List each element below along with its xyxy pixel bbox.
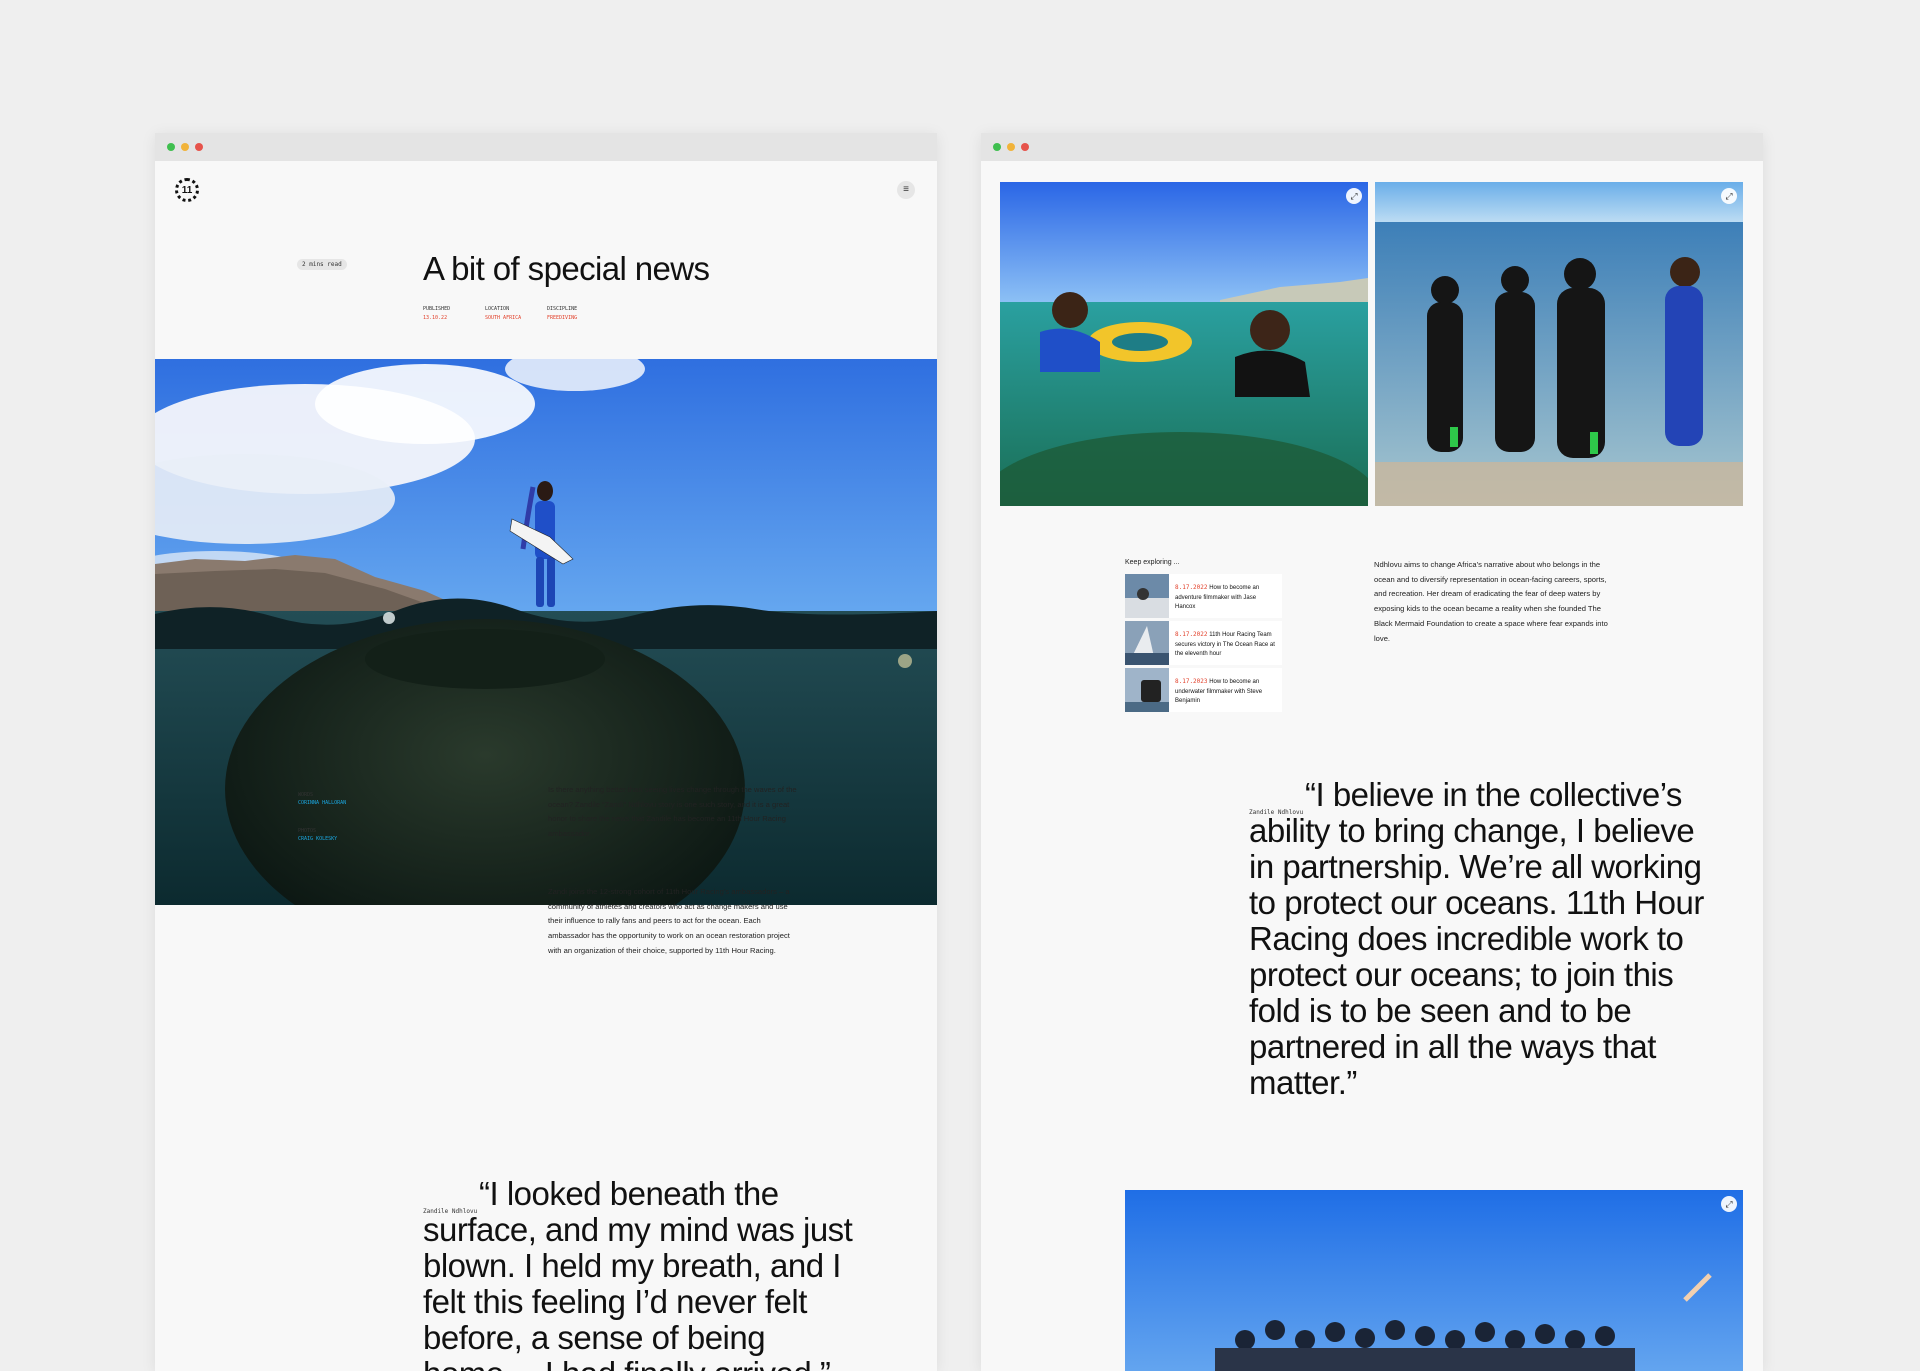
photo-image — [1000, 182, 1368, 506]
window-dot-yellow[interactable] — [181, 143, 189, 151]
meta-label: DISCIPLINE — [547, 306, 578, 312]
menu-button[interactable]: ≡ — [897, 181, 915, 199]
photo-image — [1125, 1190, 1743, 1371]
expand-glyph: ⤢ — [1350, 190, 1358, 201]
window-dot-red[interactable] — [195, 143, 203, 151]
credit-photos: PHOTOS CRAIG KOLESKY — [298, 827, 337, 843]
keep-exploring-heading: Keep exploring ... — [1125, 559, 1180, 566]
gallery-photo-team[interactable]: ⤢ — [1125, 1190, 1743, 1371]
card-text: 8.17.2022 How to become an adventure fil… — [1175, 574, 1282, 613]
credit-label: PHOTOS — [298, 828, 317, 834]
quote-attribution: Zandile Ndhlovu — [423, 1208, 478, 1215]
explore-card[interactable]: 8.17.2023 How to become an underwater fi… — [1125, 668, 1282, 712]
gallery-photo-group[interactable]: ⤢ — [1375, 182, 1743, 506]
window-dot-yellow[interactable] — [1007, 143, 1015, 151]
article-headline: A bit of special news — [423, 250, 710, 287]
credit-photographer-link[interactable]: CRAIG KOLESKY — [298, 835, 337, 843]
article-paragraph: Ndhlovu aims to change Africa’s narrativ… — [1374, 560, 1608, 643]
card-date: 8.17.2022 — [1175, 631, 1208, 638]
credit-author-link[interactable]: CORINNA HALLORAN — [298, 799, 346, 807]
hero-image — [155, 359, 937, 905]
article-window-right: ⤢ ⤢ Keep exploring ... 8.17.2022 How to … — [981, 133, 1763, 1371]
card-thumbnail — [1125, 668, 1169, 712]
quote-text: “I believe in the collective’s ability t… — [1249, 776, 1704, 1101]
quote-text: “I looked beneath the surface, and my mi… — [423, 1175, 853, 1371]
window-dot-green[interactable] — [993, 143, 1001, 151]
credit-label: WORDS — [298, 792, 314, 798]
photo-image — [1375, 182, 1743, 506]
card-text: 8.17.2023 How to become an underwater fi… — [1175, 668, 1282, 707]
browser-chrome — [155, 133, 937, 161]
pull-quote: Zandile Ndhlovu “I looked beneath the su… — [423, 1176, 863, 1371]
meta-value: SOUTH AFRICA — [485, 315, 522, 321]
read-time-badge: 2 mins read — [297, 259, 347, 270]
brand-logo[interactable]: 11 — [175, 178, 199, 202]
meta-label: LOCATION — [485, 306, 510, 312]
article-paragraph: Is there anything better than seeing liv… — [548, 785, 797, 839]
explore-card[interactable]: 8.17.2022 How to become an adventure fil… — [1125, 574, 1282, 618]
hero-photo — [155, 359, 937, 905]
expand-icon[interactable]: ⤢ — [1721, 1196, 1737, 1212]
browser-chrome — [981, 133, 1763, 161]
meta-location: LOCATION SOUTH AFRICA — [485, 305, 521, 323]
hamburger-icon: ≡ — [903, 184, 909, 195]
explore-card[interactable]: 8.17.2022 11th Hour Racing Team secures … — [1125, 621, 1282, 665]
card-date: 8.17.2023 — [1175, 678, 1208, 685]
meta-label: PUBLISHED — [423, 306, 451, 312]
meta-published: PUBLISHED 13.10.22 — [423, 305, 450, 323]
card-thumbnail — [1125, 574, 1169, 618]
logo-text: 11 — [181, 184, 193, 196]
credit-words: WORDS CORINNA HALLORAN — [298, 791, 346, 807]
window-dot-red[interactable] — [1021, 143, 1029, 151]
expand-glyph: ⤢ — [1725, 1198, 1733, 1209]
pull-quote: Zandile Ndhlovu “I believe in the collec… — [1249, 777, 1709, 1101]
article-paragraph: Zandi joins the 12-strong cohort of 11th… — [548, 887, 790, 955]
window-dot-green[interactable] — [167, 143, 175, 151]
meta-discipline: DISCIPLINE FREEDIVING — [547, 305, 577, 323]
expand-glyph: ⤢ — [1725, 190, 1733, 201]
gallery-photo-divers[interactable]: ⤢ — [1000, 182, 1368, 506]
expand-icon[interactable]: ⤢ — [1721, 188, 1737, 204]
meta-value: 13.10.22 — [423, 315, 448, 321]
card-text: 8.17.2022 11th Hour Racing Team secures … — [1175, 621, 1282, 660]
meta-value: FREEDIVING — [547, 315, 578, 321]
card-date: 8.17.2022 — [1175, 584, 1208, 591]
expand-icon[interactable]: ⤢ — [1346, 188, 1362, 204]
card-thumbnail — [1125, 621, 1169, 665]
quote-attribution: Zandile Ndhlovu — [1249, 809, 1304, 816]
article-window-left: 11 ≡ 2 mins read A bit of special news P… — [155, 133, 937, 1371]
